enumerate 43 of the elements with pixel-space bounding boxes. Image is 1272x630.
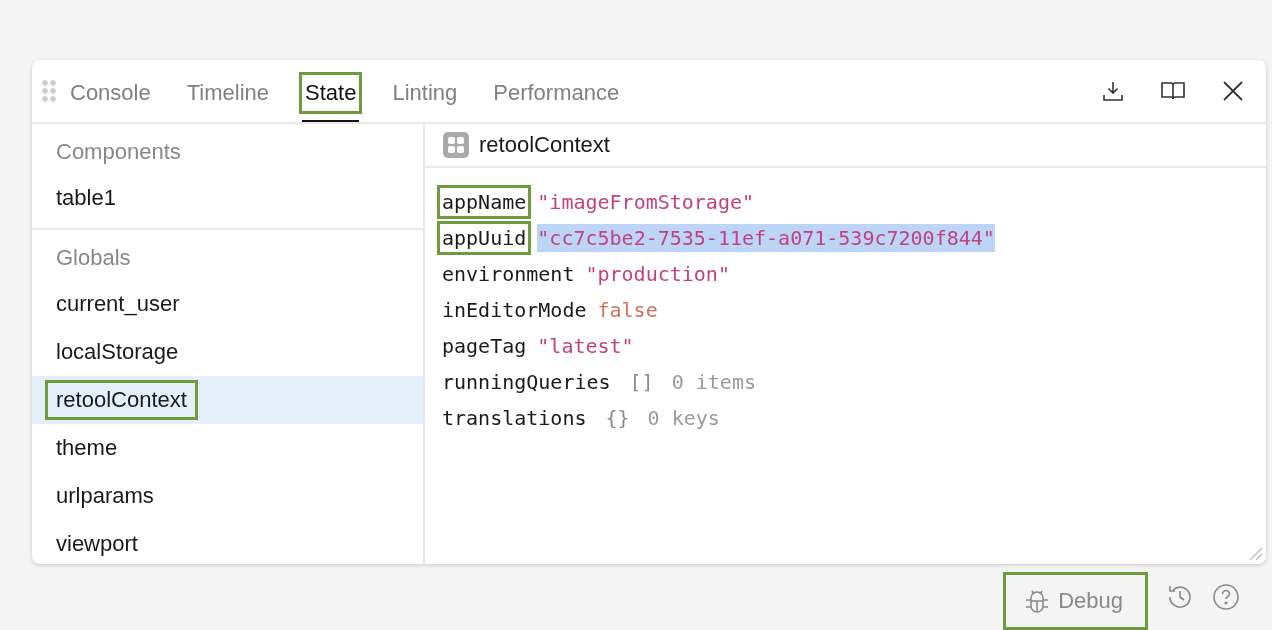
section-heading: Components: [55, 138, 182, 166]
property-value: "imageFromStorage": [537, 189, 755, 216]
item-label: retoolContext: [45, 380, 198, 420]
property-key: runningQueries: [437, 365, 616, 399]
sidebar-item[interactable]: localStorage: [32, 328, 423, 376]
inspector-title: retoolContext: [479, 132, 610, 158]
property-value: "cc7c5be2-7535-11ef-a071-539c7200f844": [537, 224, 995, 252]
property-value: false: [597, 297, 658, 324]
drag-handle-icon[interactable]: [42, 80, 56, 102]
tab[interactable]: Linting: [386, 72, 464, 114]
property-value: "production": [585, 261, 730, 288]
property-value: []: [629, 369, 654, 396]
tab[interactable]: Timeline: [180, 72, 276, 114]
item-count: 0 items: [671, 370, 756, 394]
grid-icon: [443, 132, 469, 158]
item-count: 0 keys: [647, 406, 720, 430]
property-key: environment: [437, 257, 580, 291]
history-icon[interactable]: [1166, 583, 1194, 611]
tab[interactable]: State: [299, 72, 363, 114]
sidebar-item[interactable]: current_user: [32, 280, 423, 328]
item-label: viewport: [55, 530, 139, 558]
tab[interactable]: Performance: [487, 72, 626, 114]
item-label: localStorage: [55, 338, 180, 366]
property-key: appName: [437, 185, 532, 219]
tab[interactable]: Console: [64, 72, 157, 114]
resize-handle-icon[interactable]: [1247, 545, 1263, 561]
property-value: {}: [605, 405, 630, 432]
sidebar-item[interactable]: retoolContext: [32, 376, 423, 424]
section-heading: Globals: [55, 244, 132, 272]
property-key: pageTag: [437, 329, 532, 363]
property-value: "latest": [537, 333, 634, 360]
help-icon[interactable]: [1212, 583, 1240, 611]
property-key: inEditorMode: [437, 293, 592, 327]
item-label: current_user: [55, 290, 181, 318]
sidebar-item[interactable]: theme: [32, 424, 423, 472]
item-label: theme: [55, 434, 119, 462]
property-key: appUuid: [437, 221, 532, 255]
item-label: urlparams: [55, 482, 155, 510]
sidebar-item[interactable]: table1: [32, 174, 423, 222]
item-label: table1: [55, 184, 117, 212]
property-key: translations: [437, 401, 592, 435]
sidebar-item[interactable]: viewport: [32, 520, 423, 564]
sidebar-item[interactable]: urlparams: [32, 472, 423, 520]
